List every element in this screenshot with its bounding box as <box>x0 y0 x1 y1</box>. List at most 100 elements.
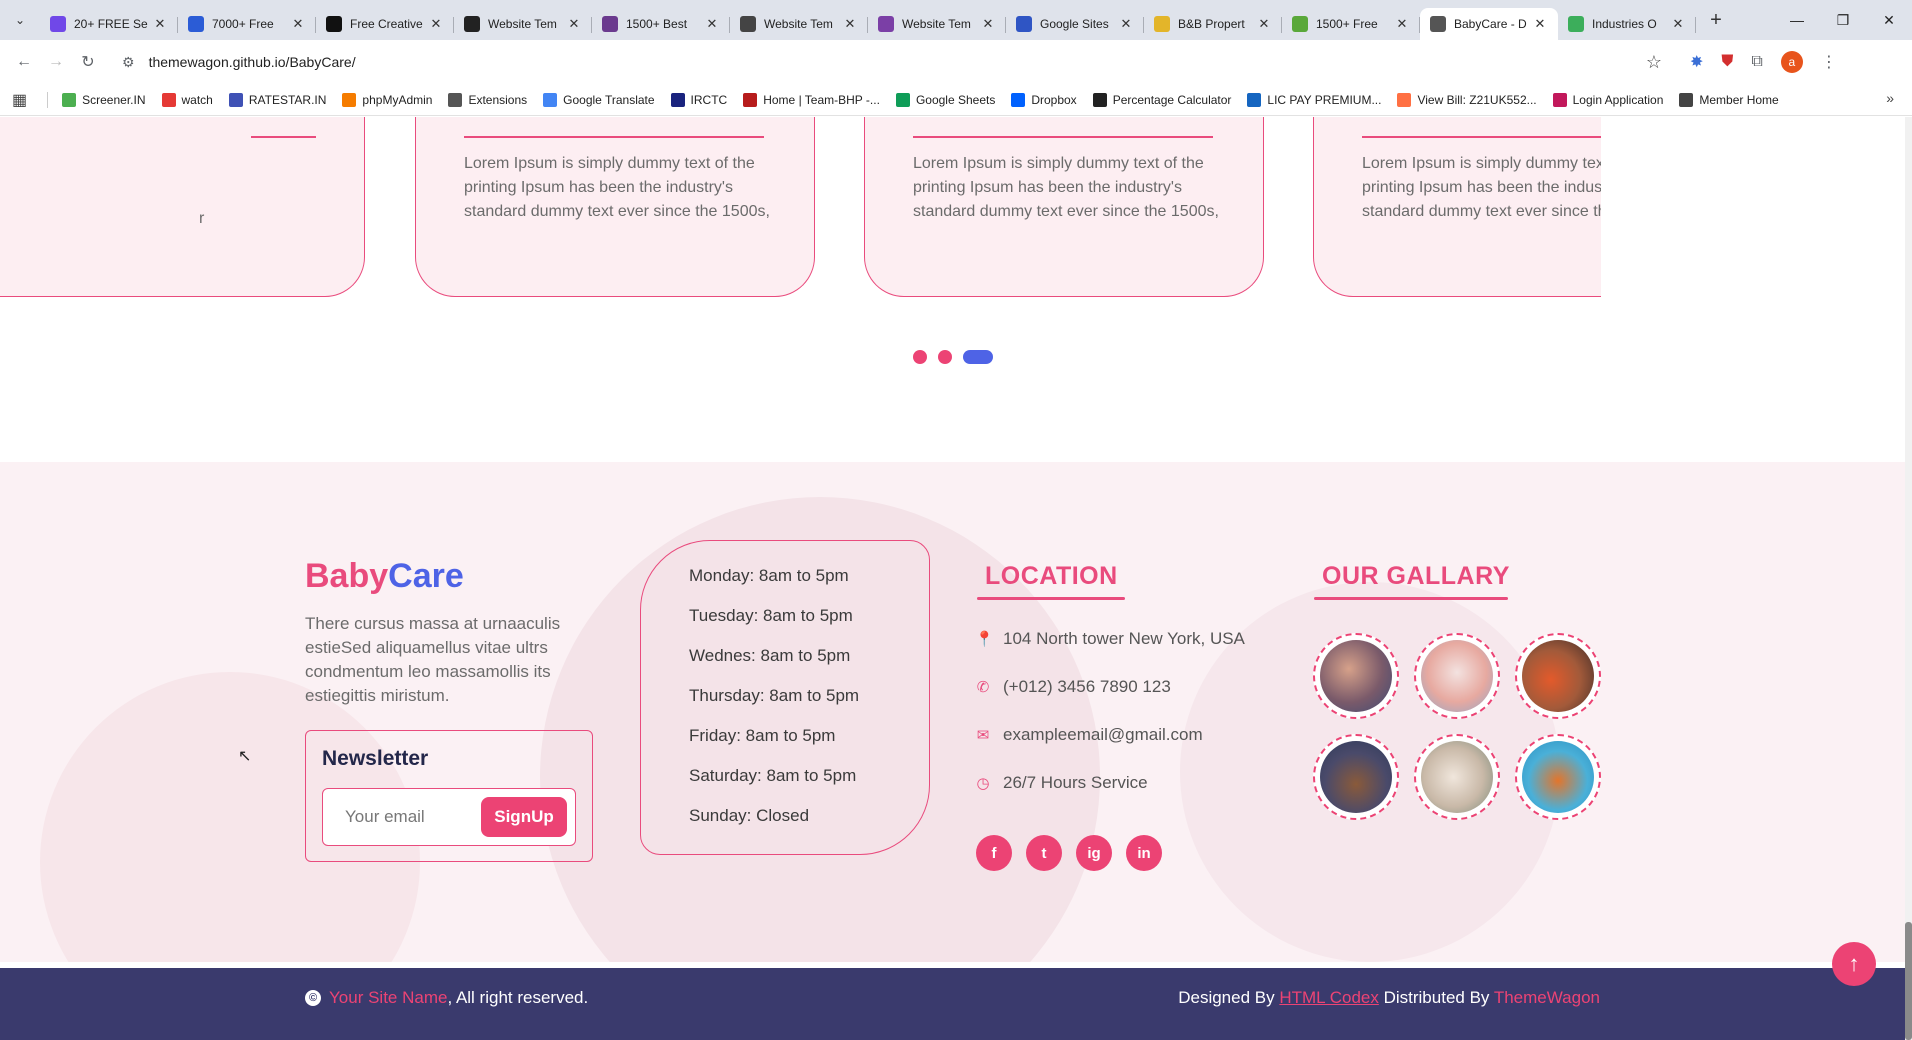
gallery-image[interactable] <box>1313 633 1399 719</box>
browser-tab[interactable]: BabyCare - D ✕ <box>1420 8 1558 40</box>
bookmark-item[interactable]: Home | Team-BHP -... <box>743 92 880 107</box>
testimonial-card-clip: ★★★★★ Lorem Ipsum is simply dummy text o… <box>1313 117 1601 327</box>
bookmark-favicon-icon <box>743 92 758 107</box>
tab-close-icon[interactable]: ✕ <box>1670 16 1686 32</box>
linkedin-icon[interactable]: in <box>1126 835 1162 871</box>
bookmark-item[interactable]: Member Home <box>1679 92 1779 107</box>
gallery-image[interactable] <box>1414 633 1500 719</box>
gallery-image[interactable] <box>1313 734 1399 820</box>
gallery-image[interactable] <box>1414 734 1500 820</box>
restore-icon[interactable]: ❐ <box>1820 0 1866 40</box>
back-to-top-button[interactable]: ↑ <box>1832 942 1876 986</box>
browser-tab[interactable]: Website Tem ✕ <box>868 8 1006 40</box>
shield-icon[interactable]: ⛊ <box>1721 53 1733 71</box>
instagram-icon[interactable]: ig <box>1076 835 1112 871</box>
tab-close-icon[interactable]: ✕ <box>980 16 996 32</box>
bookmark-item[interactable]: phpMyAdmin <box>342 92 433 107</box>
bookmark-label: LIC PAY PREMIUM... <box>1267 92 1382 107</box>
site-info-icon[interactable]: ⚙ <box>122 54 135 71</box>
browser-tab[interactable]: Industries O ✕ <box>1558 8 1696 40</box>
rights-text: , All right reserved. <box>447 988 589 1007</box>
html-codex-link[interactable]: HTML Codex <box>1279 988 1379 1007</box>
tab-close-icon[interactable]: ✕ <box>704 16 720 32</box>
email-input[interactable] <box>335 803 475 831</box>
tab-close-icon[interactable]: ✕ <box>1532 16 1548 32</box>
bookmark-label: Screener.IN <box>82 92 146 107</box>
url-bar[interactable]: ⚙ themewagon.github.io/BabyCare/ ☆ <box>112 45 1672 79</box>
more-bookmarks-icon[interactable]: » <box>1886 90 1894 106</box>
tab-close-icon[interactable]: ✕ <box>1118 16 1134 32</box>
bookmark-item[interactable]: IRCTC <box>670 92 727 107</box>
carousel-dot-active[interactable] <box>963 350 993 364</box>
testimonial-card: ★★★★★ Lorem Ipsum is simply dummy text o… <box>864 117 1264 297</box>
browser-tab[interactable]: 20+ FREE Se ✕ <box>40 8 178 40</box>
profile-avatar[interactable]: a <box>1780 51 1803 73</box>
tab-close-icon[interactable]: ✕ <box>566 16 582 32</box>
carousel-dot[interactable] <box>938 350 952 364</box>
browser-tab[interactable]: 7000+ Free ✕ <box>178 8 316 40</box>
carousel-dot[interactable] <box>913 350 927 364</box>
apps-grid-icon[interactable]: ▦ <box>12 90 27 110</box>
tab-close-icon[interactable]: ✕ <box>152 16 168 32</box>
bookmark-label: phpMyAdmin <box>362 92 433 107</box>
bookmark-item[interactable]: Google Translate <box>543 92 655 107</box>
tab-favicon-icon <box>1430 16 1446 32</box>
tab-close-icon[interactable]: ✕ <box>1394 16 1410 32</box>
menu-dots-icon[interactable]: ⋮ <box>1821 52 1837 72</box>
tab-close-icon[interactable]: ✕ <box>428 16 444 32</box>
twitter-icon[interactable]: t <box>1026 835 1062 871</box>
back-icon[interactable]: ← <box>8 46 40 78</box>
bookmark-item[interactable]: Login Application <box>1552 92 1663 107</box>
newsletter-title: Newsletter <box>322 747 429 770</box>
tab-close-icon[interactable]: ✕ <box>1256 16 1272 32</box>
puzzle-icon[interactable]: ⧉ <box>1751 53 1762 71</box>
bookmark-item[interactable]: watch <box>161 92 213 107</box>
forward-icon[interactable]: → <box>40 46 72 78</box>
browser-tab[interactable]: 1500+ Free ✕ <box>1282 8 1420 40</box>
bookmark-label: Google Translate <box>563 92 655 107</box>
footer-brand[interactable]: BabyCare <box>305 557 464 596</box>
tab-search-icon[interactable]: ⌄ <box>0 0 40 40</box>
themewagon-link[interactable]: ThemeWagon <box>1494 988 1600 1007</box>
reload-icon[interactable]: ↻ <box>72 46 104 78</box>
browser-tab[interactable]: B&B Propert ✕ <box>1144 8 1282 40</box>
browser-tab[interactable]: 1500+ Best ✕ <box>592 8 730 40</box>
bookmark-item[interactable]: View Bill: Z21UK552... <box>1397 92 1537 107</box>
location-service: ◷ 26/7 Hours Service <box>975 773 1147 793</box>
newsletter-form: SignUp <box>322 788 576 846</box>
bookmark-item[interactable]: Dropbox <box>1011 92 1077 107</box>
bookmark-label: Percentage Calculator <box>1112 92 1232 107</box>
bookmark-item[interactable]: RATESTAR.IN <box>228 92 326 107</box>
bookmark-item[interactable]: Percentage Calculator <box>1092 92 1232 107</box>
bookmark-favicon-icon <box>1397 92 1412 107</box>
browser-tab[interactable]: Website Tem ✕ <box>454 8 592 40</box>
bookmark-item[interactable]: LIC PAY PREMIUM... <box>1247 92 1382 107</box>
facebook-icon[interactable]: f <box>976 835 1012 871</box>
site-name-link[interactable]: Your Site Name <box>329 988 447 1008</box>
bookmark-item[interactable]: Google Sheets <box>895 92 995 107</box>
tab-close-icon[interactable]: ✕ <box>290 16 306 32</box>
page-scrollbar[interactable] <box>1905 117 1912 1040</box>
extension-icon[interactable]: ✸ <box>1690 52 1703 72</box>
bookmark-favicon-icon <box>1679 92 1694 107</box>
bookmark-item[interactable]: Extensions <box>448 92 527 107</box>
signup-button[interactable]: SignUp <box>481 797 567 837</box>
browser-tab[interactable]: Website Tem ✕ <box>730 8 868 40</box>
new-tab-button[interactable]: + <box>1700 4 1732 36</box>
tab-title: Website Tem <box>764 17 833 31</box>
minimize-icon[interactable]: — <box>1774 0 1820 40</box>
browser-tab[interactable]: Google Sites ✕ <box>1006 8 1144 40</box>
address-bar-row: ← → ↻ ⚙ themewagon.github.io/BabyCare/ ☆… <box>0 40 1912 84</box>
gallery-image[interactable] <box>1515 734 1601 820</box>
card-divider <box>913 136 1213 138</box>
gallery-title: OUR GALLARY <box>1322 562 1510 590</box>
bookmark-star-icon[interactable]: ☆ <box>1646 52 1662 73</box>
hours-friday: Friday: 8am to 5pm <box>689 726 836 745</box>
gallery-image[interactable] <box>1515 633 1601 719</box>
close-window-icon[interactable]: ✕ <box>1866 0 1912 40</box>
bookmark-item[interactable]: Screener.IN <box>62 92 146 107</box>
tab-close-icon[interactable]: ✕ <box>842 16 858 32</box>
hours-saturday: Saturday: 8am to 5pm <box>689 766 857 785</box>
scrollbar-thumb[interactable] <box>1905 922 1912 1040</box>
browser-tab[interactable]: Free Creative ✕ <box>316 8 454 40</box>
